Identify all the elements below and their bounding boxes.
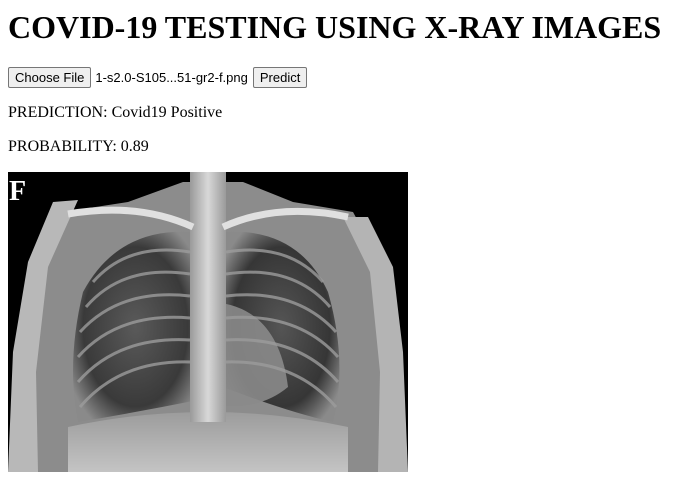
spine-shape [190, 172, 226, 422]
selected-file-name: 1-s2.0-S105...51-gr2-f.png [95, 70, 248, 85]
prediction-label: PREDICTION: [8, 104, 108, 121]
choose-file-button[interactable]: Choose File [8, 67, 92, 88]
probability-line: PROBABILITY: 0.89 [8, 138, 149, 156]
probability-label: PROBABILITY: [8, 138, 117, 155]
predict-button[interactable]: Predict [252, 67, 308, 88]
prediction-value: Covid19 Positive [111, 104, 223, 121]
prediction-line: PREDICTION: Covid19 Positive [8, 104, 222, 122]
image-corner-marker: F [9, 176, 26, 207]
page-title: COVID-19 TESTING USING X-RAY IMAGES [8, 9, 662, 45]
probability-value: 0.89 [120, 138, 149, 155]
chest-xray-image: F [8, 172, 408, 472]
upload-form: Choose File 1-s2.0-S105...51-gr2-f.png P… [8, 67, 308, 88]
